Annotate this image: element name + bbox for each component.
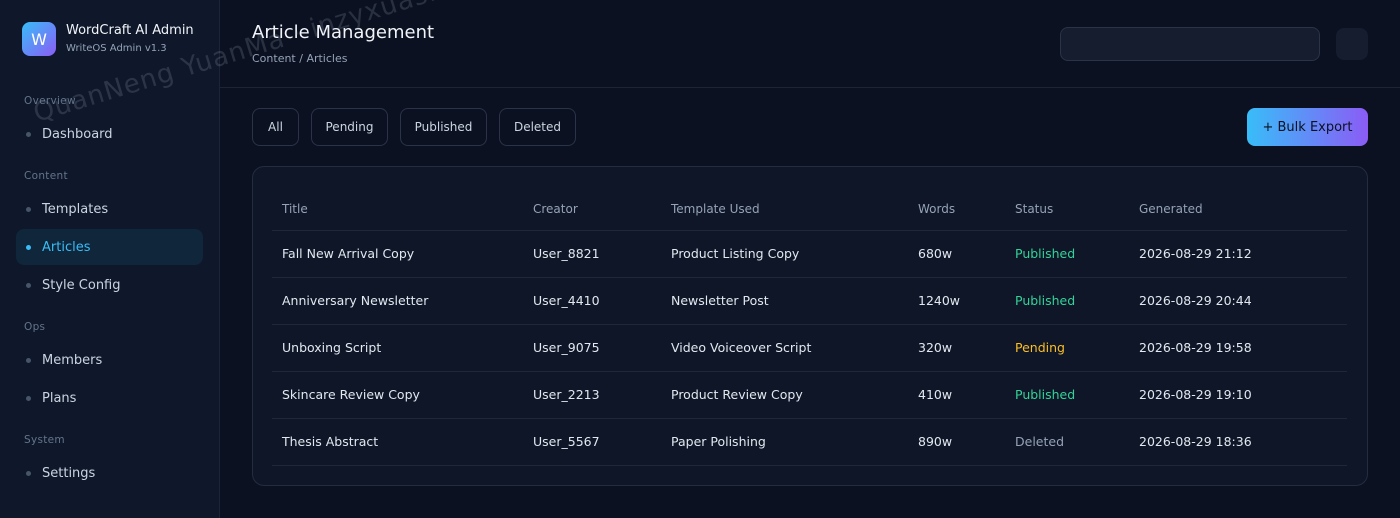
bullet-icon	[26, 357, 31, 363]
filter-published-button[interactable]: Published	[400, 108, 487, 146]
sidebar-item-label: Settings	[42, 465, 96, 481]
sidebar-item-style-config[interactable]: Style Config	[16, 267, 203, 303]
cell-generated: 2026-08-29 19:10	[1129, 371, 1347, 419]
cell-generated: 2026-08-29 18:36	[1129, 418, 1347, 466]
section-label-overview: Overview	[24, 95, 76, 107]
app-version: WriteOS Admin v1.3	[66, 43, 167, 54]
cell-creator: User_9075	[523, 324, 661, 372]
cell-title: Skincare Review Copy	[272, 371, 523, 419]
cell-words: 1240w	[908, 277, 1005, 325]
section-label-content: Content	[24, 170, 68, 182]
table-row[interactable]: Skincare Review Copy User_2213 Product R…	[272, 371, 1347, 419]
page-header: Article Management Content / Articles	[220, 0, 1400, 88]
cell-title: Anniversary Newsletter	[272, 277, 523, 325]
cell-words: 890w	[908, 418, 1005, 466]
breadcrumb: Content / Articles	[252, 52, 348, 65]
bullet-icon	[26, 282, 31, 288]
cell-creator: User_8821	[523, 230, 661, 278]
status-badge: Pending	[1005, 324, 1129, 372]
section-label-ops: Ops	[24, 321, 46, 333]
sidebar-item-label: Templates	[42, 201, 109, 217]
sidebar-item-label: Articles	[42, 239, 91, 255]
cell-title: Thesis Abstract	[272, 418, 523, 466]
sidebar-item-dashboard[interactable]: Dashboard	[16, 116, 203, 152]
cell-template: Video Voiceover Script	[661, 324, 908, 372]
cell-title: Fall New Arrival Copy	[272, 230, 523, 278]
sidebar-item-articles[interactable]: Articles	[16, 229, 203, 265]
cell-generated: 2026-08-29 20:44	[1129, 277, 1347, 325]
table-row[interactable]: Fall New Arrival Copy User_8821 Product …	[272, 230, 1347, 278]
column-header-status[interactable]: Status	[1005, 189, 1129, 231]
cell-words: 680w	[908, 230, 1005, 278]
table-row[interactable]: Thesis Abstract User_5567 Paper Polishin…	[272, 418, 1347, 466]
bullet-icon	[26, 206, 31, 212]
cell-words: 410w	[908, 371, 1005, 419]
bulk-export-button[interactable]: + Bulk Export	[1247, 108, 1368, 146]
sidebar-item-templates[interactable]: Templates	[16, 191, 203, 227]
table-row[interactable]: Anniversary Newsletter User_4410 Newslet…	[272, 277, 1347, 325]
status-badge: Published	[1005, 277, 1129, 325]
cell-creator: User_2213	[523, 371, 661, 419]
sidebar-item-members[interactable]: Members	[16, 342, 203, 378]
table-row[interactable]: Unboxing Script User_9075 Video Voiceove…	[272, 324, 1347, 372]
cell-words: 320w	[908, 324, 1005, 372]
sidebar: W WordCraft AI Admin WriteOS Admin v1.3 …	[0, 0, 220, 518]
status-badge: Published	[1005, 230, 1129, 278]
status-badge: Deleted	[1005, 418, 1129, 466]
filter-all-button[interactable]: All	[252, 108, 299, 146]
status-badge: Published	[1005, 371, 1129, 419]
app-title: WordCraft AI Admin	[66, 23, 194, 38]
bullet-icon	[26, 395, 31, 401]
sidebar-item-plans[interactable]: Plans	[16, 380, 203, 416]
column-header-title[interactable]: Title	[272, 189, 523, 231]
cell-creator: User_4410	[523, 277, 661, 325]
cell-template: Newsletter Post	[661, 277, 908, 325]
cell-template: Product Review Copy	[661, 371, 908, 419]
search-input[interactable]	[1060, 27, 1320, 61]
app-logo: W	[22, 22, 56, 56]
filter-pending-button[interactable]: Pending	[311, 108, 388, 146]
sidebar-item-label: Members	[42, 352, 103, 368]
sidebar-item-label: Dashboard	[42, 126, 113, 142]
cell-template: Paper Polishing	[661, 418, 908, 466]
sidebar-item-settings[interactable]: Settings	[16, 455, 203, 491]
cell-creator: User_5567	[523, 418, 661, 466]
column-header-words[interactable]: Words	[908, 189, 1005, 231]
sidebar-item-label: Plans	[42, 390, 77, 406]
cell-generated: 2026-08-29 21:12	[1129, 230, 1347, 278]
column-header-creator[interactable]: Creator	[523, 189, 661, 231]
bullet-icon	[26, 244, 31, 250]
column-header-template[interactable]: Template Used	[661, 189, 908, 231]
cell-generated: 2026-08-29 19:58	[1129, 324, 1347, 372]
articles-table-card: Title Creator Template Used Words Status…	[252, 166, 1368, 486]
cell-template: Product Listing Copy	[661, 230, 908, 278]
bullet-icon	[26, 131, 31, 137]
sidebar-item-label: Style Config	[42, 277, 121, 293]
bullet-icon	[26, 470, 31, 476]
header-icon-button[interactable]	[1336, 28, 1368, 60]
section-label-system: System	[24, 434, 65, 446]
table-header-row: Title Creator Template Used Words Status…	[272, 189, 1347, 231]
page-title: Article Management	[252, 22, 435, 43]
articles-table: Title Creator Template Used Words Status…	[272, 189, 1347, 466]
column-header-generated[interactable]: Generated	[1129, 189, 1347, 231]
brand: W WordCraft AI Admin WriteOS Admin v1.3	[22, 22, 194, 56]
cell-title: Unboxing Script	[272, 324, 523, 372]
filter-deleted-button[interactable]: Deleted	[499, 108, 576, 146]
